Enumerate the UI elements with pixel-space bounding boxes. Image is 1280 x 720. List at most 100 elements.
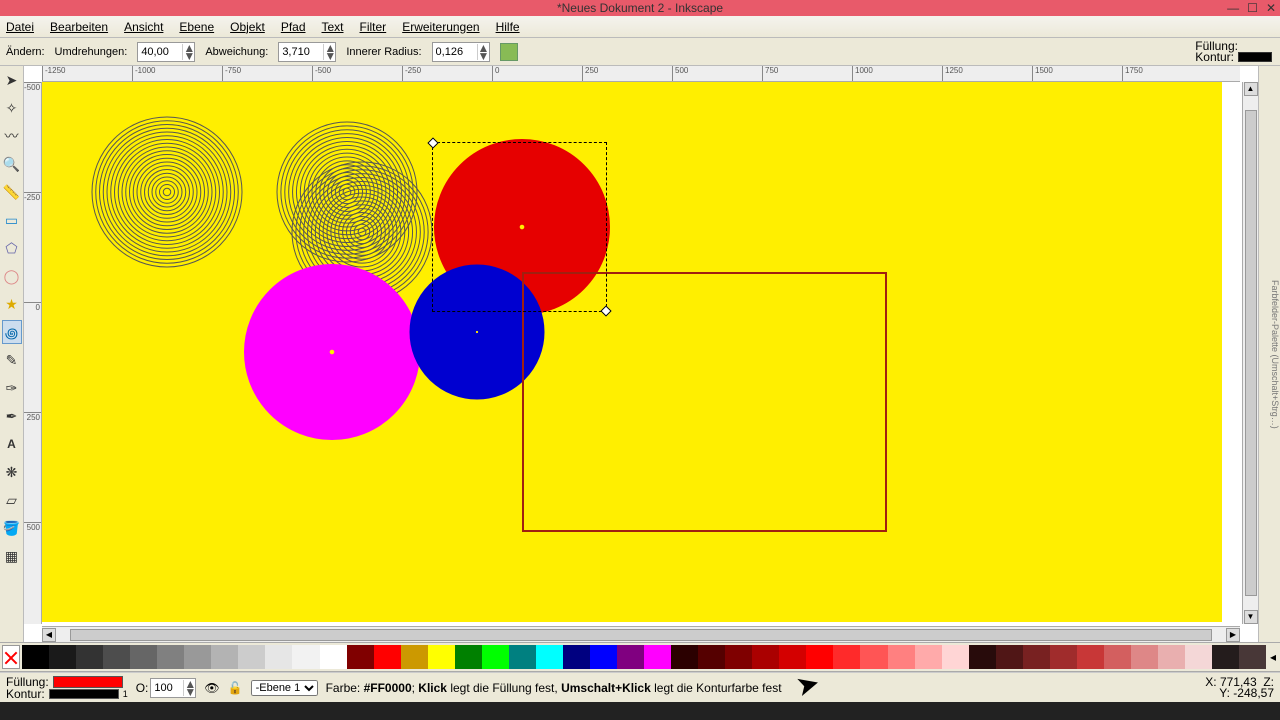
palette-swatch[interactable] (969, 645, 996, 669)
palette-swatch[interactable] (509, 645, 536, 669)
measure-tool[interactable]: 📏 (2, 180, 22, 204)
spiral-magenta[interactable] (242, 262, 422, 442)
palette-swatch[interactable] (860, 645, 887, 669)
palette-swatch[interactable] (1158, 645, 1185, 669)
gradient-tool[interactable]: ▦ (2, 544, 22, 568)
palette-swatch[interactable] (130, 645, 157, 669)
bezier-tool[interactable]: ✑ (2, 376, 22, 400)
palette-swatch[interactable] (1050, 645, 1077, 669)
palette-swatch[interactable] (536, 645, 563, 669)
bucket-tool[interactable]: 🪣 (2, 516, 22, 540)
palette-swatch[interactable] (374, 645, 401, 669)
palette-swatch[interactable] (942, 645, 969, 669)
palette-swatch[interactable] (752, 645, 779, 669)
spiral-tool[interactable]: ꩜ (2, 320, 22, 344)
palette-swatch[interactable] (428, 645, 455, 669)
palette-swatch[interactable] (292, 645, 319, 669)
node-tool[interactable]: ✧ (2, 96, 22, 120)
palette-swatch[interactable] (698, 645, 725, 669)
inner-radius-spinner[interactable]: ▲▼ (432, 42, 490, 62)
spiral-olive-1[interactable] (87, 112, 247, 272)
zoom-tool[interactable]: 🔍 (2, 152, 22, 176)
palette-swatch[interactable] (22, 645, 49, 669)
eraser-tool[interactable]: ▱ (2, 488, 22, 512)
tweak-tool[interactable]: 〰 (2, 124, 22, 148)
menu-hilfe[interactable]: Hilfe (496, 20, 520, 34)
palette-swatch[interactable] (1077, 645, 1104, 669)
star-tool[interactable]: ★ (2, 292, 22, 316)
circle-tool[interactable]: ◯ (2, 264, 22, 288)
palette-menu-icon[interactable]: ◂ (1266, 650, 1280, 664)
menu-bearbeiten[interactable]: Bearbeiten (50, 20, 108, 34)
palette-swatch[interactable] (833, 645, 860, 669)
os-taskbar[interactable] (0, 702, 1280, 720)
menu-ebene[interactable]: Ebene (179, 20, 214, 34)
minimize-button[interactable]: — (1227, 1, 1239, 15)
tool-options-bar: Ändern: Umdrehungen: ▲▼ Abweichung: ▲▼ I… (0, 38, 1280, 66)
opacity-spinner[interactable]: ▲▼ (150, 678, 196, 698)
menu-datei[interactable]: Datei (6, 20, 34, 34)
palette-swatch[interactable] (563, 645, 590, 669)
palette-swatch[interactable] (779, 645, 806, 669)
menu-objekt[interactable]: Objekt (230, 20, 265, 34)
palette-swatch[interactable] (184, 645, 211, 669)
palette-swatch[interactable] (888, 645, 915, 669)
palette-swatch[interactable] (590, 645, 617, 669)
menu-pfad[interactable]: Pfad (281, 20, 306, 34)
menu-text[interactable]: Text (322, 20, 344, 34)
palette-swatch[interactable] (76, 645, 103, 669)
palette-swatch[interactable] (347, 645, 374, 669)
docked-panels[interactable]: Farbfelder-Palette (Umschalt+Strg…) (1258, 66, 1280, 642)
pointer-tool[interactable]: ➤ (2, 68, 22, 92)
calligraphy-tool[interactable]: ✒ (2, 404, 22, 428)
palette-swatch[interactable] (265, 645, 292, 669)
palette-swatch[interactable] (1239, 645, 1266, 669)
palette-swatch[interactable] (238, 645, 265, 669)
palette-swatch[interactable] (725, 645, 752, 669)
close-button[interactable]: ✕ (1266, 1, 1276, 15)
palette-swatch[interactable] (644, 645, 671, 669)
palette-swatch[interactable] (1023, 645, 1050, 669)
pencil-tool[interactable]: ✎ (2, 348, 22, 372)
palette-swatch[interactable] (1185, 645, 1212, 669)
palette-swatch[interactable] (1104, 645, 1131, 669)
spray-tool[interactable]: ❋ (2, 460, 22, 484)
status-stroke-swatch[interactable] (49, 689, 119, 699)
palette-swatch[interactable] (617, 645, 644, 669)
turns-spinner[interactable]: ▲▼ (137, 42, 195, 62)
palette-swatch[interactable] (103, 645, 130, 669)
palette-swatch[interactable] (996, 645, 1023, 669)
text-tool[interactable]: A (2, 432, 22, 456)
palette-swatch[interactable] (157, 645, 184, 669)
divergence-spinner[interactable]: ▲▼ (278, 42, 336, 62)
defaults-icon[interactable] (500, 43, 518, 61)
palette-swatch[interactable] (915, 645, 942, 669)
palette-swatch[interactable] (482, 645, 509, 669)
maximize-button[interactable]: ☐ (1247, 1, 1258, 15)
palette-swatch[interactable] (401, 645, 428, 669)
menu-erweiterungen[interactable]: Erweiterungen (402, 20, 479, 34)
layer-lock-icon[interactable]: 🔓 (228, 681, 243, 695)
palette-swatch[interactable] (806, 645, 833, 669)
window-title: *Neues Dokument 2 - Inkscape (557, 1, 723, 15)
palette-swatch[interactable] (671, 645, 698, 669)
palette-swatch[interactable] (455, 645, 482, 669)
no-color-swatch[interactable] (2, 645, 20, 669)
layer-visibility-icon[interactable]: 👁 (204, 681, 219, 695)
layer-selector[interactable]: -Ebene 1 (251, 680, 318, 696)
palette-swatch[interactable] (1131, 645, 1158, 669)
menu-ansicht[interactable]: Ansicht (124, 20, 163, 34)
palette-swatch[interactable] (1212, 645, 1239, 669)
scrollbar-horizontal[interactable]: ◀▶ (42, 626, 1240, 642)
stroke-swatch-tr[interactable] (1238, 52, 1272, 62)
status-fill-swatch[interactable] (53, 676, 123, 688)
palette-swatch[interactable] (320, 645, 347, 669)
palette-swatch[interactable] (49, 645, 76, 669)
menu-filter[interactable]: Filter (360, 20, 387, 34)
rectangle-shape[interactable] (522, 272, 887, 532)
viewport[interactable] (42, 82, 1240, 624)
3dbox-tool[interactable]: ⬠ (2, 236, 22, 260)
rect-tool[interactable]: ▭ (2, 208, 22, 232)
palette-swatch[interactable] (211, 645, 238, 669)
scrollbar-vertical[interactable]: ▲▼ (1242, 82, 1258, 624)
